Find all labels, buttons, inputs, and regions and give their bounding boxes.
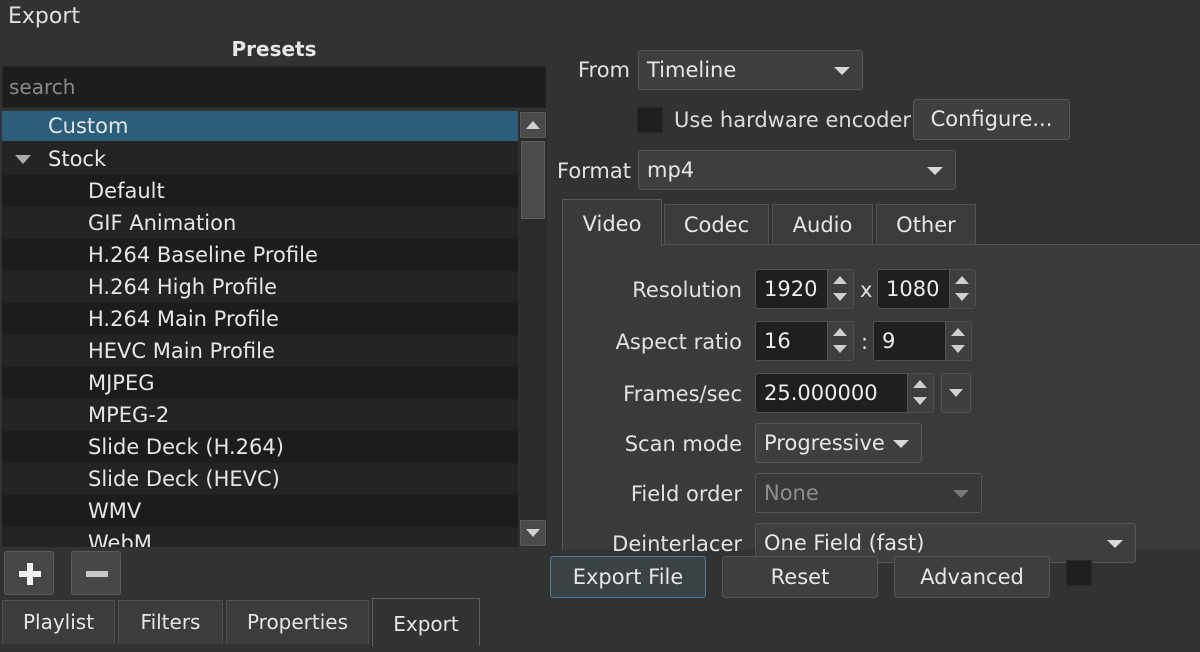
preset-search-field[interactable]: [2, 66, 546, 108]
from-label: From: [577, 58, 630, 82]
tab-properties[interactable]: Properties: [226, 600, 369, 644]
configure-button[interactable]: Configure...: [913, 99, 1070, 140]
chevron-down-icon: [834, 67, 850, 75]
preset-search-input[interactable]: [3, 67, 545, 107]
spin-arrows-icon[interactable]: [945, 322, 971, 360]
hardware-encoder-label: Use hardware encoder: [674, 108, 911, 132]
preset-item[interactable]: HEVC Main Profile: [2, 335, 518, 367]
resolution-height-spinbox[interactable]: 1080: [877, 269, 976, 309]
preset-item[interactable]: GIF Animation: [2, 207, 518, 239]
scroll-up-button[interactable]: [520, 112, 546, 138]
minus-icon: [86, 571, 108, 577]
tab-other[interactable]: Other: [876, 204, 976, 244]
advanced-toggle-checkbox[interactable]: [1066, 560, 1092, 586]
preset-item[interactable]: WMV: [2, 495, 518, 527]
frames-per-sec-label: Frames/sec: [623, 382, 742, 406]
remove-preset-button[interactable]: [71, 551, 121, 595]
format-select[interactable]: mp4: [638, 150, 956, 190]
aspect-height-spinbox[interactable]: 9: [873, 321, 972, 361]
preset-item[interactable]: Slide Deck (H.264): [2, 431, 518, 463]
add-preset-button[interactable]: [4, 551, 54, 595]
presets-scrollbar[interactable]: [519, 111, 547, 547]
scan-mode-select[interactable]: Progressive: [755, 423, 922, 463]
aspect-width-spinbox[interactable]: 16: [755, 321, 854, 361]
spin-arrows-icon[interactable]: [949, 270, 975, 308]
preset-item[interactable]: H.264 Baseline Profile: [2, 239, 518, 271]
preset-item[interactable]: WebM: [2, 527, 518, 547]
expand-caret-icon[interactable]: [15, 155, 31, 164]
spin-arrows-icon[interactable]: [827, 322, 853, 360]
reset-button[interactable]: Reset: [722, 556, 878, 598]
chevron-down-icon: [949, 389, 963, 397]
aspect-ratio-label: Aspect ratio: [615, 330, 742, 354]
preset-item[interactable]: H.264 Main Profile: [2, 303, 518, 335]
tab-filters[interactable]: Filters: [118, 600, 223, 644]
tab-video[interactable]: Video: [562, 199, 662, 246]
scroll-down-button[interactable]: [520, 520, 546, 546]
preset-item[interactable]: Slide Deck (HEVC): [2, 463, 518, 495]
preset-group-stock[interactable]: Stock: [2, 143, 518, 175]
presets-tree[interactable]: Custom Stock Default GIF Animation H.264…: [2, 111, 518, 547]
hardware-encoder-checkbox[interactable]: [637, 107, 663, 133]
field-order-select: None: [755, 473, 982, 513]
panel-title: Export: [8, 4, 81, 29]
chevron-down-icon: [1107, 540, 1123, 548]
fps-presets-dropdown[interactable]: [941, 373, 971, 413]
scroll-thumb[interactable]: [521, 141, 545, 219]
spin-arrows-icon[interactable]: [907, 374, 933, 412]
scan-mode-label: Scan mode: [624, 432, 742, 456]
chevron-down-icon: [953, 490, 969, 498]
preset-item[interactable]: MJPEG: [2, 367, 518, 399]
preset-item-custom[interactable]: Custom: [2, 111, 518, 141]
chevron-down-icon: [927, 167, 943, 175]
arrow-down-icon: [526, 529, 540, 537]
tab-playlist[interactable]: Playlist: [2, 600, 115, 644]
resolution-separator: x: [860, 278, 873, 302]
spin-arrows-icon[interactable]: [827, 270, 853, 308]
fps-spinbox[interactable]: 25.000000: [755, 373, 934, 413]
format-label: Format: [556, 159, 631, 183]
tab-export[interactable]: Export: [372, 598, 480, 646]
advanced-button[interactable]: Advanced: [894, 556, 1050, 598]
field-order-label: Field order: [630, 482, 742, 506]
resolution-label: Resolution: [632, 278, 742, 302]
deinterlacer-label: Deinterlacer: [612, 532, 742, 556]
from-select[interactable]: Timeline: [638, 50, 863, 90]
preset-item[interactable]: MPEG-2: [2, 399, 518, 431]
chevron-down-icon: [893, 440, 909, 448]
resolution-width-spinbox[interactable]: 1920: [755, 269, 854, 309]
arrow-up-icon: [526, 121, 540, 129]
aspect-separator: :: [861, 330, 869, 354]
preset-item[interactable]: H.264 High Profile: [2, 271, 518, 303]
preset-item[interactable]: Default: [2, 175, 518, 207]
export-file-button[interactable]: Export File: [550, 556, 706, 598]
tab-audio[interactable]: Audio: [772, 204, 873, 244]
presets-heading: Presets: [231, 37, 317, 61]
tab-codec[interactable]: Codec: [664, 204, 769, 244]
